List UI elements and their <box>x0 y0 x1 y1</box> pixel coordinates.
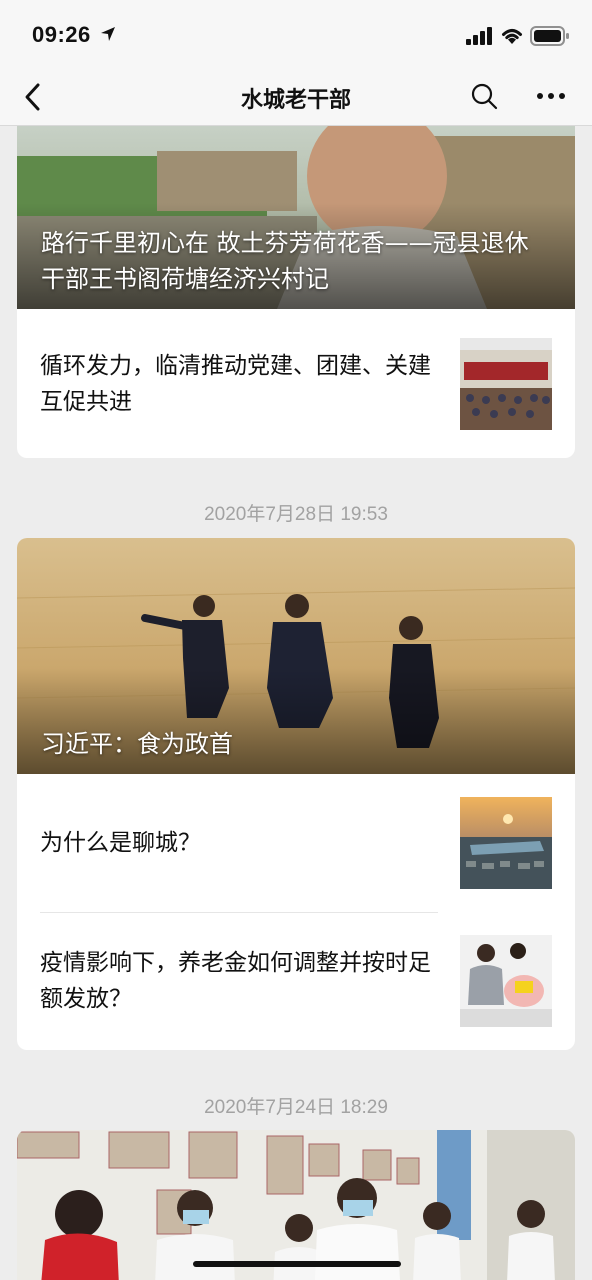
article-title: 疫情影响下，养老金如何调整并按时足额发放？ <box>40 950 431 1012</box>
status-bar: 09:26 <box>0 0 592 70</box>
hero-image <box>17 1130 575 1280</box>
hero-article[interactable] <box>17 1130 575 1280</box>
article-thumbnail <box>460 797 552 889</box>
more-icon[interactable] <box>536 92 566 100</box>
article-feed[interactable]: 路行千里初心在 故土芬芳荷花香——冠县退休干部王书阁荷塘经济兴村记 循环发力，临… <box>0 126 592 1280</box>
nav-bar: 水城老干部 <box>0 70 592 126</box>
article-group-card: 习近平：食为政首 为什么是聊城？ 疫情影响下，养老金如何调整并按时足额发放？ <box>17 538 575 1050</box>
article-item[interactable]: 疫情影响下，养老金如何调整并按时足额发放？ <box>17 912 575 1050</box>
article-title: 循环发力，临清推动党建、团建、关建互促共进 <box>40 352 431 415</box>
article-group-card <box>17 1130 575 1280</box>
home-indicator[interactable] <box>193 1261 401 1267</box>
date-stamp: 2020年7月28日 19:53 <box>204 504 388 525</box>
hero-caption: 习近平：食为政首 <box>41 730 233 758</box>
location-arrow-icon <box>101 27 115 41</box>
search-icon[interactable] <box>470 82 498 110</box>
article-group-card: 路行千里初心在 故土芬芳荷花香——冠县退休干部王书阁荷塘经济兴村记 循环发力，临… <box>17 126 575 458</box>
article-thumbnail <box>460 338 552 430</box>
status-time: 09:26 <box>32 22 91 47</box>
article-item[interactable]: 为什么是聊城？ <box>17 774 575 912</box>
cellular-signal-icon <box>466 27 492 45</box>
hero-article[interactable]: 路行千里初心在 故土芬芳荷花香——冠县退休干部王书阁荷塘经济兴村记 <box>17 126 575 309</box>
wifi-icon <box>502 29 522 44</box>
hero-caption: 路行千里初心在 故土芬芳荷花香——冠县退休干部王书阁荷塘经济兴村记 <box>41 229 529 293</box>
date-stamp: 2020年7月24日 18:29 <box>204 1097 388 1118</box>
article-item[interactable]: 循环发力，临清推动党建、团建、关建互促共进 <box>17 309 575 458</box>
article-title: 为什么是聊城？ <box>40 830 201 856</box>
hero-article[interactable]: 习近平：食为政首 <box>17 538 575 774</box>
battery-icon <box>530 26 569 46</box>
article-thumbnail <box>460 935 552 1027</box>
page-title: 水城老干部 <box>240 88 351 113</box>
